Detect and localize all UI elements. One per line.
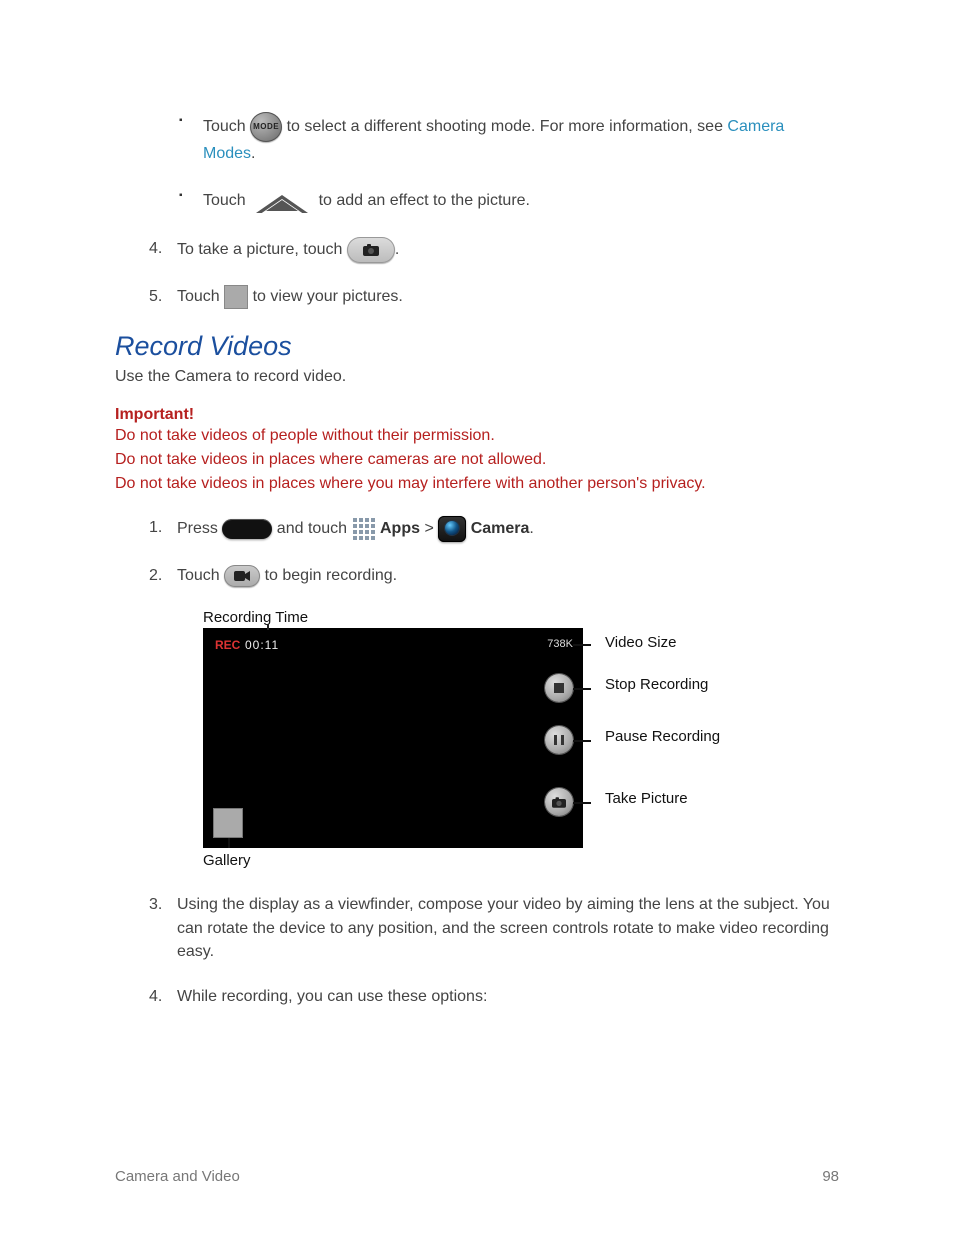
caption-gallery: Gallery	[203, 852, 763, 869]
chevron-up-icon	[250, 187, 314, 215]
text: to begin recording.	[265, 567, 398, 584]
take-picture-steps: To take a picture, touch . Touch to view…	[115, 237, 839, 309]
step-take-picture: To take a picture, touch .	[177, 237, 839, 263]
step-compose-video: Using the display as a viewfinder, compo…	[177, 893, 839, 963]
section-intro: Use the Camera to record video.	[115, 368, 839, 386]
camera-label: Camera	[471, 520, 530, 537]
callout-stop-recording: Stop Recording	[605, 676, 708, 693]
step-recording-options: While recording, you can use these optio…	[177, 985, 839, 1008]
important-block: Important! Do not take videos of people …	[115, 406, 839, 496]
text: Press	[177, 520, 222, 537]
page: Touch to select a different shooting mod…	[0, 0, 954, 1235]
camera-icon	[552, 797, 566, 808]
step-view-pictures: Touch to view your pictures.	[177, 285, 839, 309]
text: Touch	[203, 192, 250, 209]
text: Touch	[177, 288, 224, 305]
record-button-icon	[224, 565, 260, 587]
important-line: Do not take videos in places where camer…	[115, 448, 839, 472]
bullet-effect: Touch to add an effect to the picture.	[203, 187, 839, 215]
mode-icon	[250, 112, 282, 142]
important-line: Do not take videos in places where you m…	[115, 472, 839, 496]
gallery-thumbnail[interactable]	[213, 808, 243, 838]
rec-elapsed-time: 00:11	[245, 638, 279, 652]
important-title: Important!	[115, 406, 839, 424]
gallery-thumb-icon	[224, 285, 248, 309]
callout-take-picture: Take Picture	[605, 790, 688, 807]
step-open-camera: Press and touch Apps > Camera.	[177, 516, 839, 542]
stop-icon	[554, 683, 564, 693]
recording-viewfinder: REC 00:11 738K	[203, 628, 583, 848]
bullet-shooting-mode: Touch to select a different shooting mod…	[203, 112, 839, 165]
pause-recording-button[interactable]	[545, 726, 573, 754]
text: Touch	[177, 567, 224, 584]
record-video-steps-cont: Using the display as a viewfinder, compo…	[115, 893, 839, 1008]
stop-recording-button[interactable]	[545, 674, 573, 702]
text: To take a picture, touch	[177, 241, 347, 258]
shutter-button-icon	[347, 237, 395, 263]
step-begin-recording: Touch to begin recording.	[177, 564, 839, 587]
section-heading-record-videos: Record Videos	[115, 331, 839, 362]
recording-diagram: Recording Time REC 00:11 738K	[203, 609, 763, 869]
record-video-steps: Press and touch Apps > Camera. Touc	[115, 516, 839, 587]
text: to add an effect to the picture.	[319, 192, 530, 209]
text: and touch	[277, 520, 352, 537]
home-key-icon	[222, 519, 272, 539]
camera-app-icon	[438, 516, 466, 542]
text: >	[424, 520, 438, 537]
footer-page-number: 98	[822, 1168, 839, 1185]
take-picture-button[interactable]	[545, 788, 573, 816]
rec-indicator: REC	[215, 638, 240, 652]
footer-section-title: Camera and Video	[115, 1168, 240, 1185]
shooting-mode-bullets: Touch to select a different shooting mod…	[115, 112, 839, 215]
caption-recording-time: Recording Time	[203, 609, 763, 626]
important-line: Do not take videos of people without the…	[115, 424, 839, 448]
apps-grid-icon	[352, 517, 376, 541]
text: .	[529, 520, 533, 537]
text: .	[395, 241, 399, 258]
text: to view your pictures.	[253, 288, 403, 305]
callout-video-size: Video Size	[605, 634, 676, 651]
tick-icon	[267, 624, 269, 630]
text: .	[251, 145, 255, 162]
text: to select a different shooting mode. For…	[287, 118, 728, 135]
diagram-callouts: Video Size Stop Recording Pause Recordin…	[583, 628, 763, 848]
apps-label: Apps	[380, 520, 420, 537]
pause-icon	[554, 735, 564, 745]
text: Touch	[203, 118, 250, 135]
callout-pause-recording: Pause Recording	[605, 728, 720, 745]
video-size-readout: 738K	[547, 638, 573, 650]
